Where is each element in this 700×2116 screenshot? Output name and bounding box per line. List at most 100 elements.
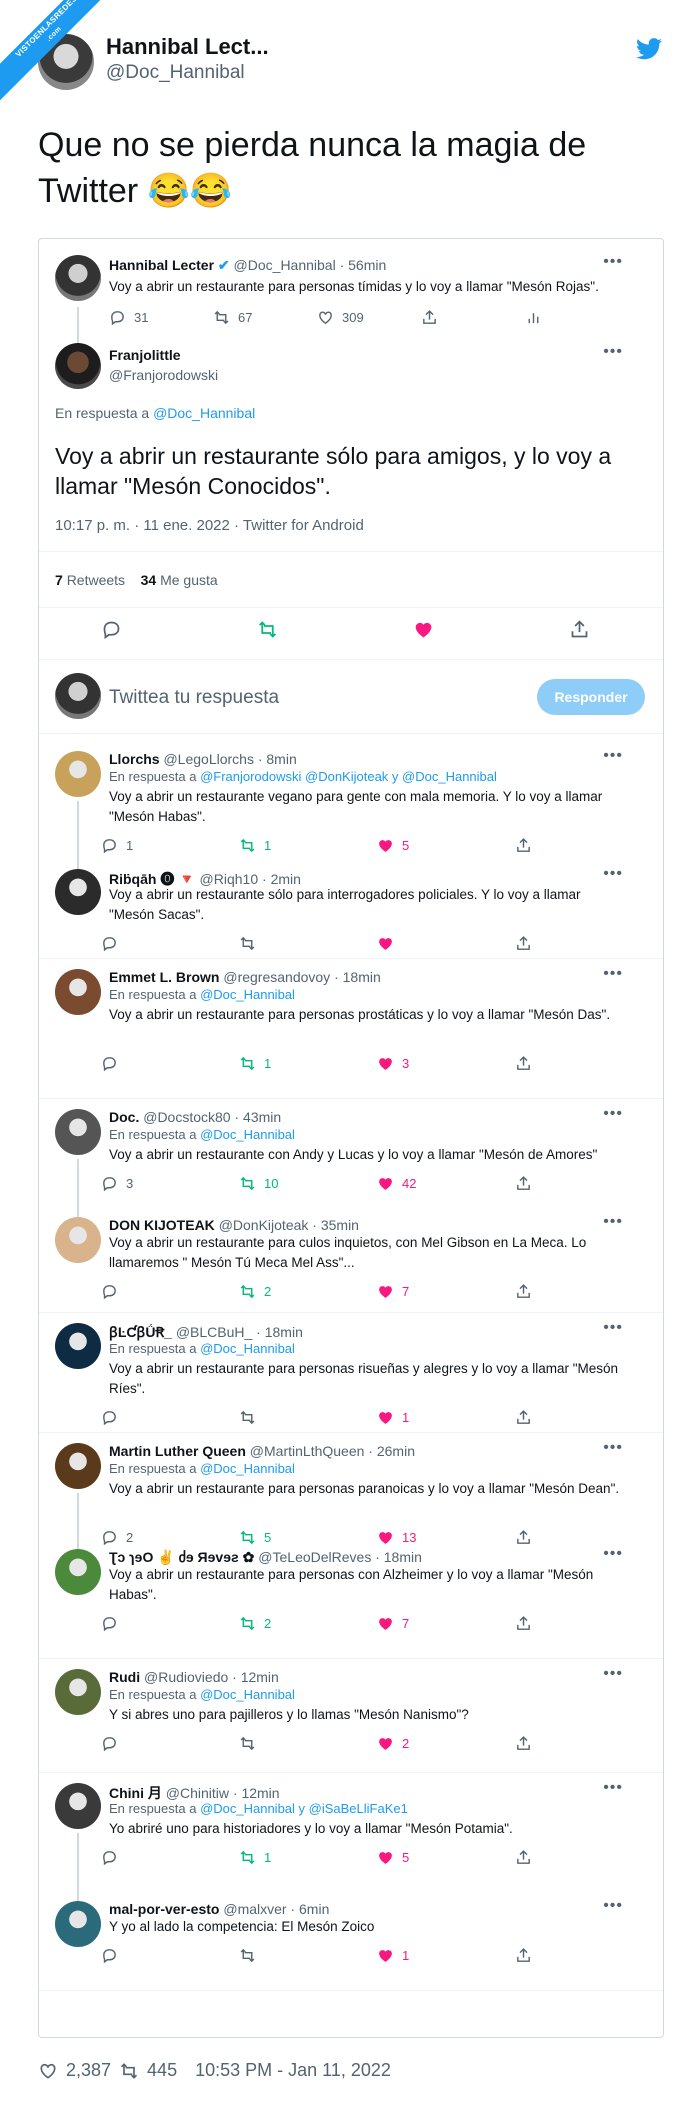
retweet-button[interactable] <box>239 1735 264 1752</box>
share-button[interactable] <box>515 1849 532 1866</box>
share-button[interactable] <box>515 1615 532 1632</box>
share-button[interactable] <box>515 1283 532 1300</box>
author-line[interactable]: Chini 月 @Chinitiw · 12min <box>109 1783 280 1803</box>
like-button[interactable]: 2 <box>377 1735 409 1752</box>
author-line[interactable]: ꞵĿƇꞵǗꞦ_ @BLCBuH_ · 18min <box>109 1323 303 1342</box>
reply-tweet[interactable]: Chini 月 @Chinitiw · 12min ••• En respuesta… <box>39 1773 663 1901</box>
retweet-button[interactable]: 1 <box>239 1849 271 1866</box>
mention-link[interactable]: @Franjorodowski @DonKijoteak y @Doc_Hann… <box>200 769 497 784</box>
reply-tweet[interactable]: Ʈɔ ɿɘO ✌ ძɘ Яɘvɘƨ ✿ @TeLeoDelReves · 18m… <box>39 1539 663 1659</box>
twitter-bird-icon[interactable] <box>636 38 662 60</box>
retweet-button[interactable]: 1 <box>239 1055 271 1072</box>
more-options-icon[interactable]: ••• <box>603 1319 623 1337</box>
mention-link[interactable]: @Doc_Hannibal <box>200 1341 295 1356</box>
more-options-icon[interactable]: ••• <box>603 965 623 983</box>
reply-button[interactable] <box>101 1409 126 1426</box>
avatar[interactable] <box>55 751 101 797</box>
share-button[interactable] <box>421 309 438 326</box>
author-line[interactable]: mal-por-ver-esto @malxver · 6min <box>109 1901 329 1917</box>
retweets-count[interactable]: 7 <box>55 572 63 588</box>
like-button[interactable]: 42 <box>377 1175 416 1192</box>
author-line[interactable]: Rudi @Rudioviedo · 12min <box>109 1669 279 1685</box>
analytics-button[interactable] <box>525 309 542 326</box>
author-line[interactable]: Doc. @Docstock80 · 43min <box>109 1109 281 1125</box>
author-line[interactable]: DON KIJOTEAK @DonKijoteak · 35min <box>109 1217 359 1233</box>
share-button[interactable] <box>515 837 532 854</box>
mention-link[interactable]: @Doc_Hannibal <box>200 1127 295 1142</box>
reply-tweet[interactable]: mal-por-ver-esto @malxver · 6min ••• Y yo … <box>39 1891 663 1991</box>
retweet-button[interactable] <box>239 1409 264 1426</box>
like-button[interactable]: 309 <box>317 309 364 326</box>
retweet-button[interactable]: 67 <box>213 309 252 326</box>
retweets-label[interactable]: Retweets <box>67 572 125 588</box>
reply-button[interactable] <box>101 1735 126 1752</box>
reply-tweet[interactable]: ꞵĿƇꞵǗꞦ_ @BLCBuH_ · 18min ••• En respuesta … <box>39 1313 663 1433</box>
reply-button[interactable] <box>101 1055 126 1072</box>
like-button[interactable]: 3 <box>377 1055 409 1072</box>
more-options-icon[interactable]: ••• <box>603 865 623 883</box>
author-line[interactable]: Martin Luther Queen @MartinLthQueen · 26… <box>109 1443 415 1459</box>
reply-button[interactable] <box>101 619 122 640</box>
avatar[interactable] <box>55 1443 101 1489</box>
retweet-button[interactable]: 10 <box>239 1175 278 1192</box>
avatar[interactable] <box>55 255 101 301</box>
reply-button[interactable]: 31 <box>109 309 148 326</box>
share-button[interactable] <box>515 935 532 952</box>
more-options-icon[interactable]: ••• <box>603 1665 623 1683</box>
reply-submit-button[interactable]: Responder <box>537 679 645 715</box>
more-options-icon[interactable]: ••• <box>603 253 623 271</box>
reply-button[interactable] <box>101 1849 126 1866</box>
reply-button[interactable] <box>101 1947 126 1964</box>
more-options-icon[interactable]: ••• <box>603 343 623 361</box>
reply-tweet[interactable]: Doc. @Docstock80 · 43min ••• En respuesta … <box>39 1099 663 1217</box>
retweet-button[interactable] <box>257 619 278 640</box>
more-options-icon[interactable]: ••• <box>603 1545 623 1563</box>
share-button[interactable] <box>515 1947 532 1964</box>
avatar[interactable] <box>55 673 101 719</box>
avatar[interactable] <box>55 1109 101 1155</box>
like-button[interactable] <box>413 619 434 640</box>
like-button[interactable]: 7 <box>377 1615 409 1632</box>
mention-link[interactable]: @Doc_Hannibal <box>200 1461 295 1476</box>
share-button[interactable] <box>515 1175 532 1192</box>
retweet-button[interactable]: 2 <box>239 1615 271 1632</box>
more-options-icon[interactable]: ••• <box>603 1213 623 1231</box>
retweet-button[interactable] <box>239 935 264 952</box>
share-button[interactable] <box>515 1055 532 1072</box>
tweet-timestamp[interactable]: 10:53 PM - Jan 11, 2022 <box>195 2060 391 2081</box>
author-name[interactable]: Franjolittle <box>109 347 181 363</box>
retweet-button[interactable]: 1 <box>239 837 271 854</box>
more-options-icon[interactable]: ••• <box>603 747 623 765</box>
avatar[interactable] <box>55 1549 101 1595</box>
avatar[interactable] <box>55 1217 101 1263</box>
share-button[interactable] <box>569 619 590 640</box>
reply-tweet[interactable]: Llorchs @LegoLlorchs · 8min ••• En respues… <box>39 741 663 869</box>
reply-button[interactable]: 3 <box>101 1175 133 1192</box>
author-line[interactable]: Hannibal Lecter ✔ @Doc_Hannibal · 56min <box>109 257 386 274</box>
avatar[interactable] <box>55 969 101 1015</box>
reply-button[interactable] <box>101 935 126 952</box>
mention-link[interactable]: @Doc_Hannibal <box>200 1687 295 1702</box>
author-line[interactable]: Ʈɔ ɿɘO ✌ ძɘ Яɘvɘƨ ✿ @TeLeoDelReves · 18m… <box>109 1549 422 1566</box>
avatar[interactable] <box>55 869 101 915</box>
avatar[interactable] <box>55 1783 101 1829</box>
like-button[interactable]: 5 <box>377 837 409 854</box>
like-button[interactable]: 1 <box>377 1947 409 1964</box>
reply-button[interactable] <box>101 1615 126 1632</box>
more-options-icon[interactable]: ••• <box>603 1105 623 1123</box>
reply-input[interactable]: Twittea tu respuesta <box>109 687 279 709</box>
reply-button[interactable]: 1 <box>101 837 133 854</box>
likes-label[interactable]: Me gusta <box>160 572 218 588</box>
retweet-icon[interactable] <box>119 2061 139 2081</box>
author-handle[interactable]: @Franjorodowski <box>109 367 218 383</box>
likes-count[interactable]: 34 <box>141 572 157 588</box>
more-options-icon[interactable]: ••• <box>603 1439 623 1457</box>
author-name[interactable]: Hannibal Lect... <box>106 34 269 60</box>
mention-link[interactable]: @Doc_Hannibal y @iSaBeLliFaKe1 <box>200 1801 408 1816</box>
more-options-icon[interactable]: ••• <box>603 1779 623 1797</box>
avatar[interactable] <box>55 1669 101 1715</box>
author-line[interactable]: Llorchs @LegoLlorchs · 8min <box>109 751 297 767</box>
more-options-icon[interactable]: ••• <box>603 1897 623 1915</box>
retweet-button[interactable]: 2 <box>239 1283 271 1300</box>
like-button[interactable]: 1 <box>377 1409 409 1426</box>
